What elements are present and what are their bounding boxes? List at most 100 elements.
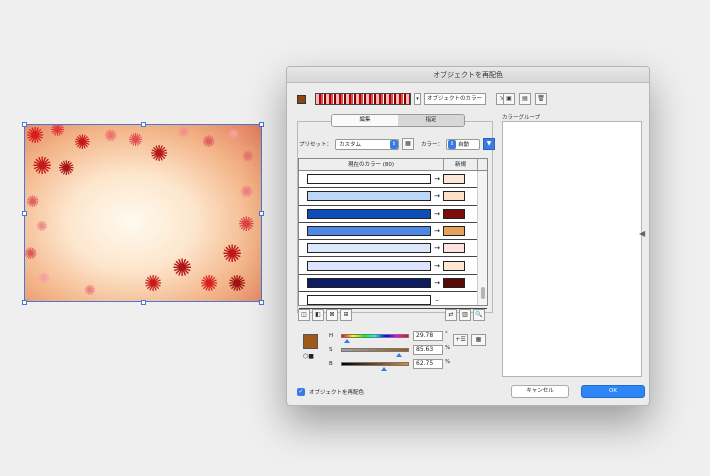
select-arrows-icon: ⇕ <box>390 139 399 149</box>
arrow-icon[interactable]: → <box>431 279 443 287</box>
current-color-swatch[interactable] <box>307 295 431 306</box>
color-rows: → → → → → → → – <box>299 171 487 310</box>
harmony-name-field[interactable]: オブジェクトのカラー <box>424 93 486 105</box>
saturation-slider-knob[interactable] <box>395 353 402 357</box>
current-colors-header[interactable]: 現在のカラー (80) <box>299 159 444 170</box>
color-row[interactable]: → <box>299 171 487 189</box>
cancel-button[interactable]: キャンセル <box>511 385 569 398</box>
new-color-swatch[interactable] <box>443 260 465 271</box>
scrollbar-thumb[interactable] <box>481 287 485 299</box>
recolor-artwork-dialog: オブジェクトを再配色 ▾ オブジェクトのカラー ⇲ ▣ ▤ 🗑 編集 指定 プリ… <box>286 66 650 406</box>
current-color-swatch[interactable] <box>307 191 431 202</box>
color-row[interactable]: → <box>299 257 487 275</box>
current-color-swatch[interactable] <box>307 243 431 254</box>
base-color-swatch[interactable] <box>297 94 306 104</box>
selection-handle[interactable] <box>141 122 146 127</box>
arrow-icon[interactable]: – <box>431 296 443 304</box>
selection-handle[interactable] <box>22 300 27 305</box>
artwork-maple-leaves[interactable]: ✺ ✺ ✺ ✺ ✺ ✺ ✺ ✺ ✺ ✺ ✺ ✺ ✺ ✺ ✺ ✺ ✺ ✺ ✺ ✺ … <box>24 124 262 302</box>
color-library-icon[interactable]: ▦ <box>471 334 486 346</box>
new-row-icon[interactable]: ⊞ <box>340 309 352 321</box>
ok-button[interactable]: OK <box>581 385 645 398</box>
new-color-swatch[interactable] <box>443 208 465 219</box>
table-header: 現在のカラー (80) 新規 <box>299 159 487 171</box>
arrow-icon[interactable]: → <box>431 192 443 200</box>
brightness-slider-knob[interactable] <box>380 367 387 371</box>
find-color-icon[interactable]: 🔍 <box>473 309 485 321</box>
arrow-icon[interactable]: → <box>431 227 443 235</box>
preset-label: プリセット： <box>299 142 333 148</box>
row-tools: ◫ ◧ ⊠ ⊞ <box>298 309 352 321</box>
current-color-swatch[interactable] <box>307 260 431 271</box>
new-color-swatch[interactable] <box>443 277 465 288</box>
new-color-swatch[interactable] <box>443 191 465 202</box>
selection-handle[interactable] <box>141 300 146 305</box>
current-color-swatch[interactable] <box>307 174 431 185</box>
limit-library-icon[interactable]: ▼ <box>483 138 496 150</box>
arrow-icon[interactable]: → <box>431 262 443 270</box>
select-arrows-icon: ⇕ <box>448 139 457 149</box>
current-color-swatch[interactable] <box>307 208 431 219</box>
hue-slider[interactable] <box>341 334 409 343</box>
color-count-label: カラー： <box>421 142 444 148</box>
new-color-swatch[interactable] <box>443 174 465 185</box>
preset-options-icon[interactable]: ▦ <box>402 138 415 150</box>
color-mode-menu-icon[interactable]: +☰ <box>453 334 468 346</box>
view-tools: ⇄ ▥ 🔍 <box>445 309 485 321</box>
color-row[interactable]: → <box>299 206 487 223</box>
selected-color-swatch[interactable] <box>303 334 318 349</box>
color-group-label: カラーグループ <box>502 115 541 121</box>
color-group-list[interactable] <box>502 121 642 377</box>
exclude-colors-icon[interactable]: ⊠ <box>326 309 338 321</box>
tab-assign[interactable]: 指定 <box>398 115 464 126</box>
color-row[interactable]: → <box>299 223 487 241</box>
saturation-slider[interactable] <box>341 348 409 357</box>
collapse-panel-icon[interactable]: ◀ <box>639 229 645 238</box>
color-assignment-table: 現在のカラー (80) 新規 → → → → → → → – <box>298 158 488 310</box>
save-changes-icon[interactable]: ▣ <box>503 93 515 105</box>
arrow-icon[interactable]: → <box>431 175 443 183</box>
fill-stroke-icon[interactable]: ⬡■ <box>303 353 314 360</box>
new-color-swatch[interactable] <box>443 243 465 254</box>
table-scrollbar[interactable] <box>477 171 487 305</box>
harmony-rule-bar[interactable] <box>315 93 411 105</box>
selection-handle[interactable] <box>259 122 264 127</box>
mode-tabs: 編集 指定 <box>331 114 465 127</box>
selection-handle[interactable] <box>259 300 264 305</box>
preset-select[interactable]: カスタム ⇕ <box>335 138 400 150</box>
hue-value-field[interactable]: 29.78 <box>413 331 443 341</box>
selection-handle[interactable] <box>259 211 264 216</box>
merge-colors-icon[interactable]: ◫ <box>298 309 310 321</box>
new-color-swatch[interactable] <box>443 226 465 237</box>
delete-color-group-icon[interactable]: 🗑 <box>535 93 547 105</box>
saturation-label: S <box>329 347 333 353</box>
arrow-icon[interactable]: → <box>431 210 443 218</box>
current-color-swatch[interactable] <box>307 226 431 237</box>
randomize-saturation-icon[interactable]: ▥ <box>459 309 471 321</box>
harmony-dropdown-button[interactable]: ▾ <box>414 93 421 105</box>
tab-edit[interactable]: 編集 <box>332 115 398 126</box>
current-color-swatch[interactable] <box>307 277 431 288</box>
saturation-value-field[interactable]: 85.63 <box>413 345 443 355</box>
color-row[interactable]: → <box>299 275 487 293</box>
recolor-checkbox-label: オブジェクトを再配色 <box>309 390 365 396</box>
separate-colors-icon[interactable]: ◧ <box>312 309 324 321</box>
recolor-checkbox[interactable]: ✓ <box>297 388 305 396</box>
color-count-select[interactable]: ⇕ 自動 <box>446 138 481 150</box>
selection-handle[interactable] <box>22 122 27 127</box>
color-row[interactable]: – <box>299 292 487 310</box>
brightness-value-field[interactable]: 62.75 <box>413 359 443 369</box>
new-colors-header[interactable]: 新規 <box>444 159 478 170</box>
new-color-group-icon[interactable]: ▤ <box>519 93 531 105</box>
brightness-unit: % <box>445 359 451 365</box>
hsb-editor: ⬡■ H 29.78 ° S 85.63 % B 62.75 % +☰ ▦ <box>301 330 501 371</box>
brightness-slider[interactable] <box>341 362 409 371</box>
selection-handle[interactable] <box>22 211 27 216</box>
preset-row: プリセット： カスタム ⇕ ▦ カラー： ⇕ 自動 ▼ <box>299 138 496 150</box>
arrow-icon[interactable]: → <box>431 244 443 252</box>
recolor-checkbox-row: ✓ オブジェクトを再配色 <box>297 388 364 396</box>
hue-slider-knob[interactable] <box>344 339 351 343</box>
randomize-order-icon[interactable]: ⇄ <box>445 309 457 321</box>
color-row[interactable]: → <box>299 188 487 206</box>
color-row[interactable]: → <box>299 240 487 258</box>
